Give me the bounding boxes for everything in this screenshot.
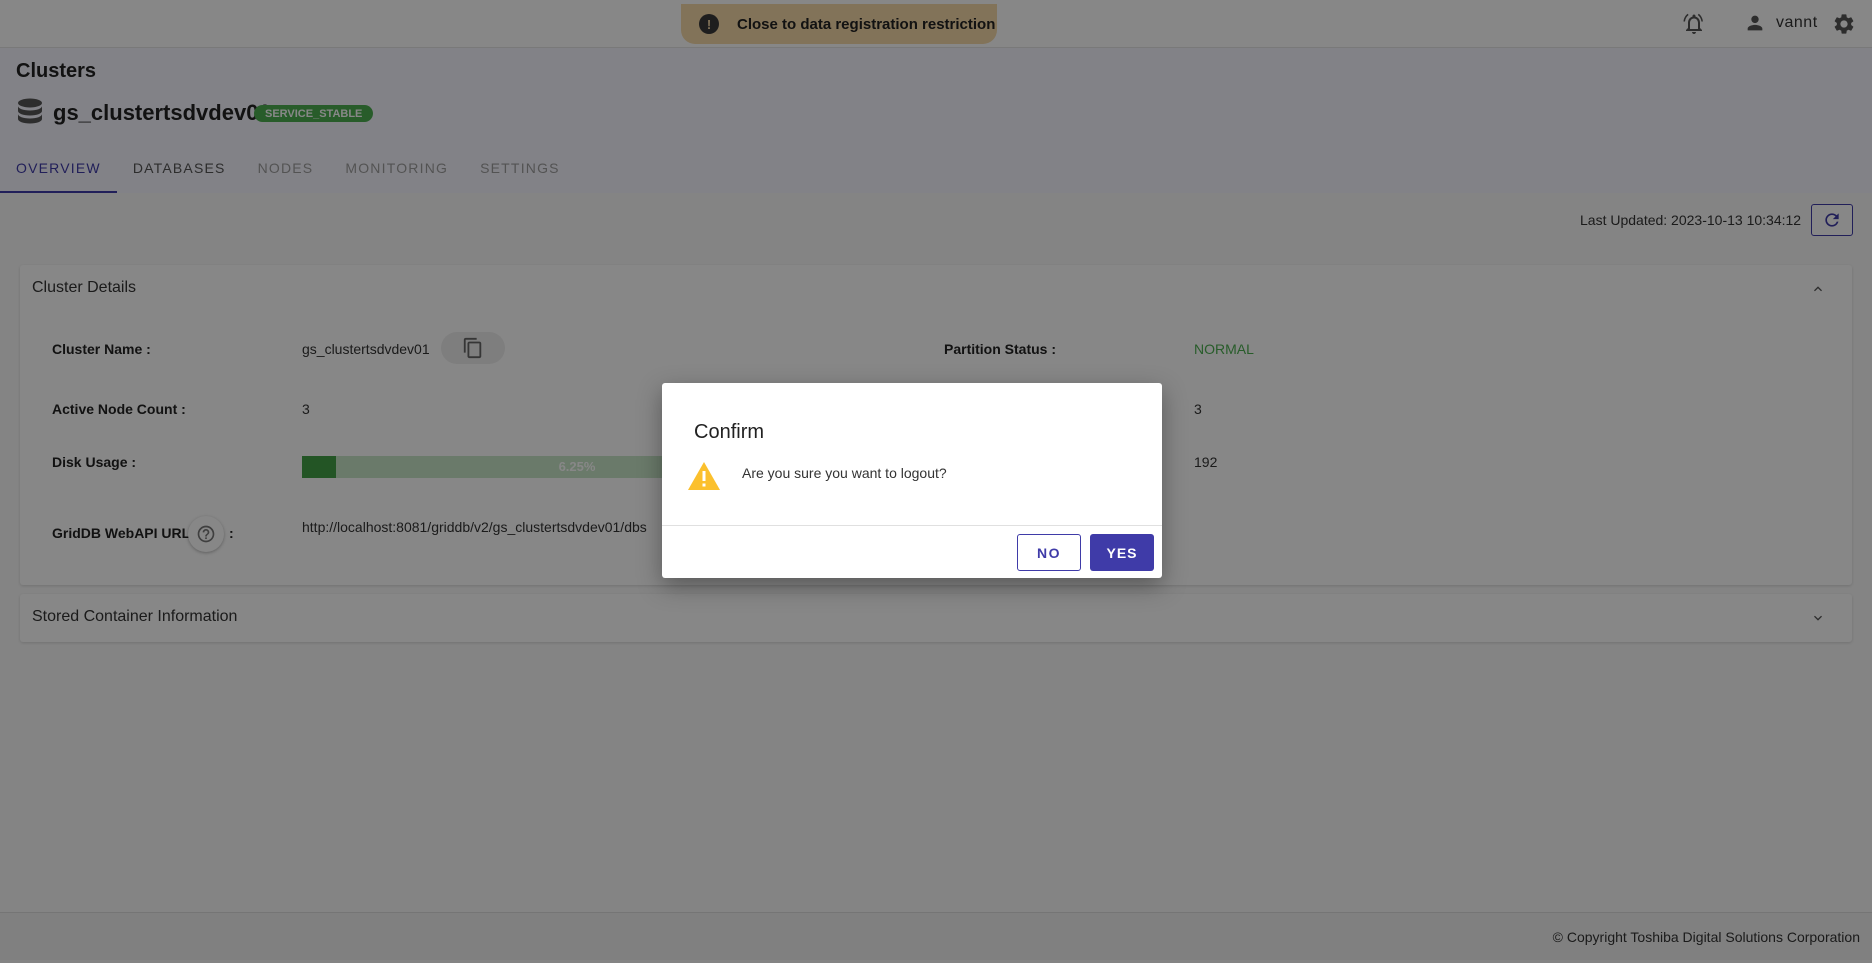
yes-button[interactable]: YES (1090, 534, 1154, 571)
confirm-dialog: Confirm Are you sure you want to logout?… (662, 383, 1162, 578)
dialog-divider (662, 525, 1162, 526)
dialog-message: Are you sure you want to logout? (742, 465, 947, 481)
warning-icon (687, 461, 721, 496)
dialog-title: Confirm (694, 421, 765, 443)
no-button[interactable]: NO (1017, 534, 1081, 571)
